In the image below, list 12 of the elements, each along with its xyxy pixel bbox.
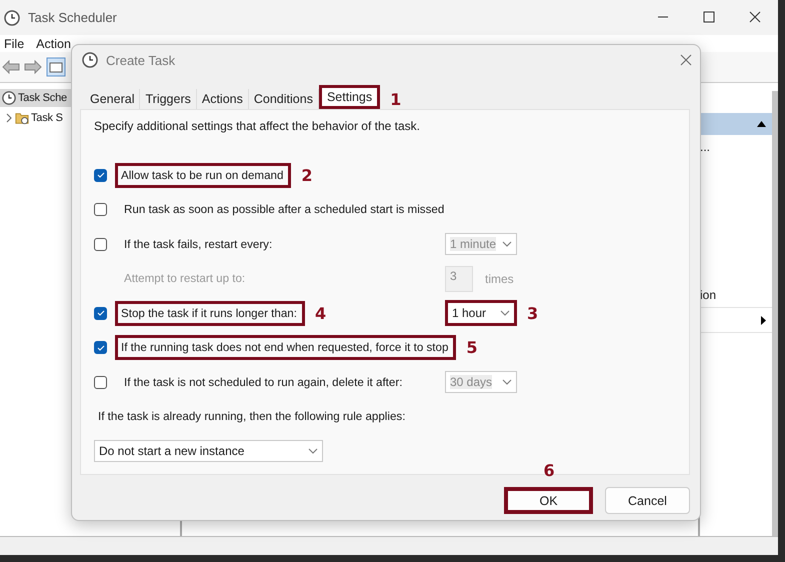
callout-number: 1 xyxy=(390,90,402,109)
unit-label: times xyxy=(485,272,514,286)
callout-number: 6 xyxy=(544,461,555,480)
callout-number: 3 xyxy=(527,304,538,323)
dialog-title: Create Task xyxy=(106,52,176,68)
callout-number: 5 xyxy=(466,338,478,358)
rule-label: If the task is already running, then the following rule applies: xyxy=(97,410,406,424)
field-label: Attempt to restart up to: xyxy=(123,271,246,288)
callout-number: 4 xyxy=(314,304,326,323)
window-title: Task Scheduler xyxy=(28,10,117,25)
description: Specify additional settings that affect the behavior of the task. xyxy=(94,118,421,134)
callout-number: 2 xyxy=(301,166,313,185)
